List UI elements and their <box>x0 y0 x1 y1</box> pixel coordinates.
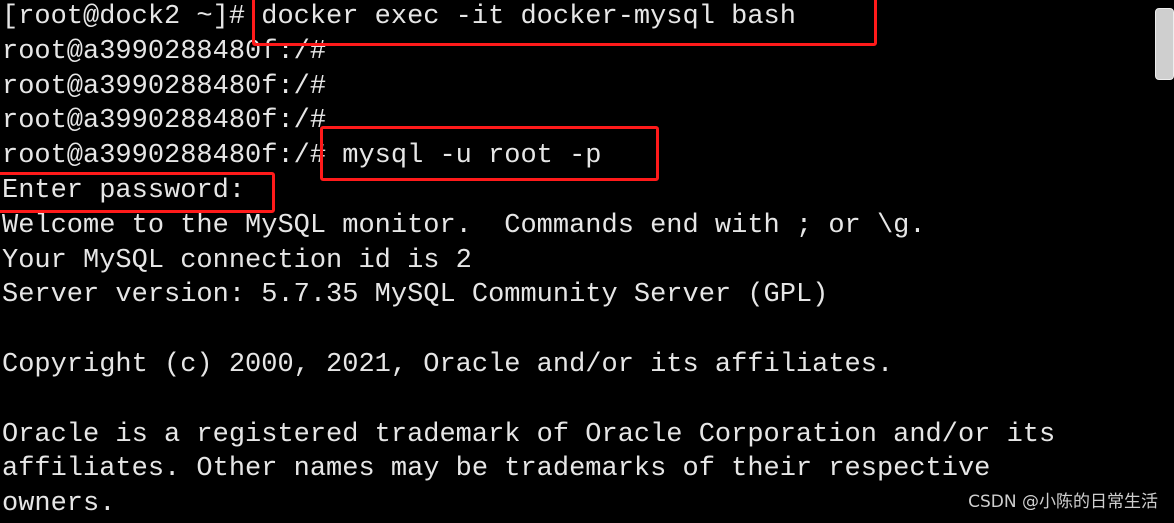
terminal-line: Server version: 5.7.35 MySQL Community S… <box>2 280 829 311</box>
terminal-line: root@a3990288480f:/# <box>2 71 327 102</box>
terminal-line: Copyright (c) 2000, 2021, Oracle and/or … <box>2 349 894 380</box>
scrollbar-thumb[interactable] <box>1155 8 1174 80</box>
terminal-line: Your MySQL connection id is 2 <box>2 245 472 276</box>
highlight-enter-password <box>0 172 275 213</box>
terminal-line: Oracle is a registered trademark of Orac… <box>2 419 1056 450</box>
terminal-line: Welcome to the MySQL monitor. Commands e… <box>2 210 926 241</box>
highlight-docker-exec <box>252 0 877 46</box>
watermark: CSDN @小陈的日常生活 <box>968 492 1158 512</box>
highlight-mysql-login <box>320 126 659 181</box>
terminal-line: affiliates. Other names may be trademark… <box>2 454 991 485</box>
terminal-output: [root@dock2 ~]# docker exec -it docker-m… <box>0 0 1174 522</box>
